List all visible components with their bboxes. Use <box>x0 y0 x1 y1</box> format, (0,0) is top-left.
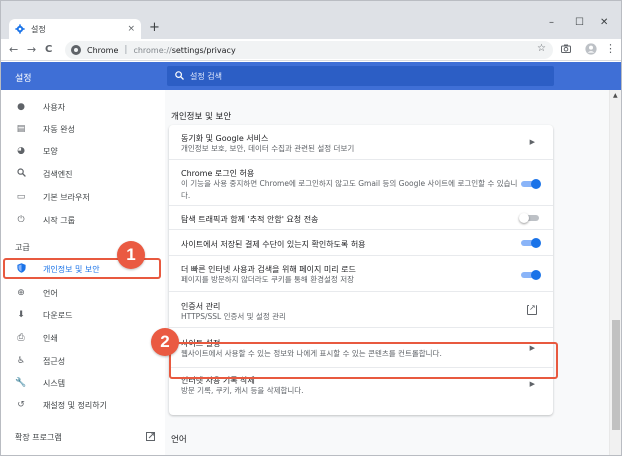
sidebar-item-label: 다운로드 <box>43 310 73 320</box>
row-allow-chrome-signin[interactable]: Chrome 로그인 허용 이 기능을 사용 중지하면 Chrome에 로그인하… <box>169 159 553 205</box>
row-title: 사이트에서 저장된 결제 수단이 있는지 확인하도록 허용 <box>181 240 366 249</box>
sidebar-item-autofill[interactable]: ▤ 자동 완성 <box>1 120 165 138</box>
row-sync-google-services[interactable]: 동기화 및 Google 서비스 개인정보 보호, 보안, 데이터 수집과 관련… <box>169 125 553 159</box>
sidebar-item-label: 재설정 및 정리하기 <box>43 400 107 410</box>
close-window-button[interactable]: ✕ <box>600 17 608 28</box>
toggle-switch[interactable] <box>519 213 541 223</box>
printer-icon: ⎙ <box>17 333 25 343</box>
history-icon: ↺ <box>17 400 25 410</box>
page-title: 설정 <box>15 74 32 84</box>
new-tab-button[interactable]: + <box>149 20 160 35</box>
toggle-switch[interactable] <box>519 270 541 280</box>
scrollbar[interactable]: ▲ <box>609 90 621 455</box>
sidebar-item-label: 검색엔진 <box>43 169 73 179</box>
row-title: 탐색 트래픽과 함께 '추적 안함' 요청 전송 <box>181 215 319 224</box>
address-host: Chrome <box>87 45 119 55</box>
extensions-label: 확장 프로그램 <box>15 433 62 442</box>
row-subtitle: 이 기능을 사용 중지하면 Chrome에 로그인하지 않고도 Gmail 등의… <box>181 179 518 200</box>
accessibility-icon: ♿ <box>16 356 26 366</box>
address-url: chrome://settings/privacy <box>133 45 236 55</box>
languages-section-title: 언어 <box>171 435 187 445</box>
forward-button[interactable]: → <box>27 43 36 56</box>
sidebar-item-label: 시스템 <box>43 378 66 388</box>
row-do-not-track[interactable]: 탐색 트래픽과 함께 '추적 안함' 요청 전송 <box>169 205 553 229</box>
reload-button[interactable]: C <box>45 44 52 55</box>
toggle-switch[interactable] <box>519 238 541 248</box>
minimize-button[interactable]: – <box>549 17 554 28</box>
extensions-link[interactable]: 확장 프로그램 <box>15 432 155 443</box>
sidebar-item-people[interactable]: ● 사용자 <box>1 98 165 116</box>
row-manage-certificates[interactable]: 인증서 관리 HTTPS/SSL 인증서 및 설정 관리 <box>169 291 553 327</box>
browser-toolbar: ← → C Chrome | chrome://settings/privacy… <box>1 39 621 61</box>
sidebar-item-search-engine[interactable]: 검색엔진 <box>1 165 165 183</box>
chevron-right-icon[interactable]: ▶ <box>530 380 535 388</box>
row-preload-pages[interactable]: 더 빠른 인터넷 사용과 검색을 위해 페이지 미리 로드 페이지를 방문하지 … <box>169 255 553 291</box>
search-placeholder: 설정 검색 <box>190 71 222 81</box>
profile-avatar-icon[interactable] <box>585 43 597 58</box>
step-badge-2: 2 <box>151 328 179 356</box>
clipboard-icon: ▤ <box>16 124 26 134</box>
search-icon <box>15 168 27 180</box>
sidebar-item-label: 사용자 <box>43 102 66 112</box>
sidebar-item-reset-cleanup[interactable]: ↺ 재설정 및 정리하기 <box>1 396 165 414</box>
scroll-up-icon[interactable]: ▲ <box>613 92 618 99</box>
open-in-new-icon[interactable] <box>527 303 537 315</box>
sidebar-item-system[interactable]: 🔧 시스템 <box>1 374 165 392</box>
browser-icon: ▭ <box>16 192 26 202</box>
browser-window: 설정 × + – ☐ ✕ ← → C Chrome | chrome://set… <box>0 0 622 456</box>
sidebar-item-label: 언어 <box>43 288 58 298</box>
sidebar-item-default-browser[interactable]: ▭ 기본 브라우저 <box>1 188 165 206</box>
row-payment-methods[interactable]: 사이트에서 저장된 결제 수단이 있는지 확인하도록 허용 <box>169 229 553 255</box>
download-icon: ⬇ <box>17 310 25 320</box>
tab-strip: 설정 × + – ☐ ✕ <box>1 1 621 39</box>
search-icon <box>175 70 184 82</box>
sidebar-item-label: 접근성 <box>43 356 66 366</box>
palette-icon: ◕ <box>17 146 25 156</box>
sidebar-item-languages[interactable]: ⊕ 언어 <box>1 284 165 302</box>
row-subtitle: 방문 기록, 쿠키, 캐시 등을 삭제합니다. <box>181 386 304 395</box>
person-icon: ● <box>17 102 25 112</box>
gear-icon <box>15 24 25 34</box>
sidebar-item-label: 기본 브라우저 <box>43 192 90 202</box>
bookmark-star-icon[interactable]: ☆ <box>537 43 546 54</box>
address-bar[interactable]: Chrome | chrome://settings/privacy <box>65 41 553 59</box>
advanced-heading[interactable]: 고급 <box>15 242 30 253</box>
toggle-switch[interactable] <box>519 179 541 189</box>
settings-content: 개인정보 및 보안 동기화 및 Google 서비스 개인정보 보호, 보안, … <box>165 90 609 455</box>
row-subtitle: HTTPS/SSL 인증서 및 설정 관리 <box>181 312 286 321</box>
globe-icon: ⊕ <box>17 288 25 298</box>
chevron-right-icon[interactable]: ▶ <box>530 138 535 146</box>
sidebar-item-appearance[interactable]: ◕ 모양 <box>1 142 165 160</box>
back-button[interactable]: ← <box>9 43 18 56</box>
sidebar-item-label: 인쇄 <box>43 333 58 343</box>
row-subtitle: 개인정보 보호, 보안, 데이터 수집과 관련된 설정 더보기 <box>181 144 355 153</box>
wrench-icon: 🔧 <box>15 378 27 388</box>
maximize-button[interactable]: ☐ <box>575 17 584 28</box>
chrome-site-icon <box>71 45 81 55</box>
sidebar-item-label: 자동 완성 <box>43 124 75 134</box>
sidebar-item-accessibility[interactable]: ♿ 접근성 <box>1 352 165 370</box>
power-icon: ⏻ <box>17 215 25 225</box>
address-separator: | <box>124 45 128 55</box>
step-badge-1: 1 <box>117 241 145 269</box>
tab-close-icon[interactable]: × <box>127 24 135 34</box>
sidebar-item-label: 모양 <box>43 146 58 156</box>
row-subtitle: 페이지를 방문하지 않더라도 쿠키를 통해 환경설정 저장 <box>181 275 355 284</box>
highlight-box-site-settings <box>169 342 558 379</box>
scrollbar-thumb[interactable] <box>612 320 620 430</box>
sidebar-item-printing[interactable]: ⎙ 인쇄 <box>1 329 165 347</box>
tab-settings[interactable]: 설정 × <box>9 19 141 39</box>
menu-kebab-icon[interactable]: ⋮ <box>605 42 616 55</box>
sidebar-item-downloads[interactable]: ⬇ 다운로드 <box>1 306 165 324</box>
camera-icon[interactable] <box>561 44 571 56</box>
open-in-new-icon <box>146 432 155 443</box>
tab-title: 설정 <box>31 24 46 34</box>
sidebar-item-on-startup[interactable]: ⏻ 시작 그룹 <box>1 211 165 229</box>
section-title: 개인정보 및 보안 <box>171 112 232 122</box>
settings-search-input[interactable]: 설정 검색 <box>167 66 554 86</box>
settings-header: 설정 설정 검색 <box>1 62 621 90</box>
sidebar-item-label: 시작 그룹 <box>43 215 75 225</box>
